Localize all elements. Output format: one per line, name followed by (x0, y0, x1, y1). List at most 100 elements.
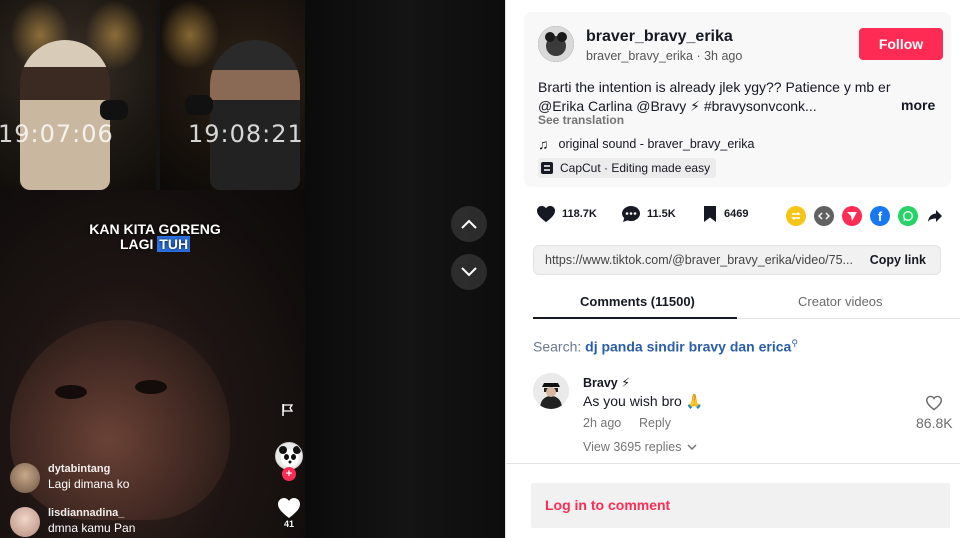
mic (185, 95, 213, 115)
capcut-label: CapCut · Editing made easy (560, 161, 711, 175)
post-info-card: braver_bravy_erika braver_bravy_erika · … (524, 12, 951, 187)
search-query-link[interactable]: dj panda sindir bravy dan erica (585, 339, 791, 355)
chevron-down-icon (461, 267, 477, 277)
view-replies-button[interactable]: View 3695 replies (583, 440, 697, 454)
login-bar: Log in to comment (506, 463, 960, 538)
commenter-name[interactable]: Bravy ⚡ (583, 375, 630, 390)
caption-highlight: TUH (157, 236, 191, 252)
heart-icon (537, 205, 555, 223)
avatar (10, 463, 40, 493)
heart-count: 41 (283, 519, 294, 529)
mic (100, 100, 128, 120)
repost-icon[interactable] (786, 206, 806, 226)
live-comment-user: lisdiannadina_ (48, 507, 125, 519)
follow-button[interactable]: Follow (859, 28, 943, 60)
post-description: Brarti the intention is already jlek ygy… (538, 78, 938, 116)
music-title[interactable]: original sound - braver_bravy_erika (559, 137, 755, 151)
whatsapp-glyph (903, 211, 913, 222)
commenter-avatar[interactable] (533, 373, 569, 409)
capcut-icon (541, 162, 553, 174)
eye (55, 385, 87, 399)
comment-count: 11.5K (647, 208, 676, 220)
chevron-up-icon (461, 219, 477, 229)
video-player[interactable]: 19:07:06 19:08:21 KAN KITA GORENG LAGI T… (0, 0, 505, 538)
avatar (10, 507, 40, 537)
active-tab-indicator (533, 317, 737, 319)
bookmark-icon (704, 206, 716, 222)
live-comment-user: dytabintang (48, 463, 111, 475)
caption-word: LAGI (119, 236, 154, 252)
creator-avatar[interactable] (275, 442, 303, 470)
tab-bar: Comments (11500) Creator videos (533, 283, 960, 319)
comment-action[interactable]: 11.5K (621, 205, 676, 223)
caption-line-1: KAN KITA GORENG (89, 221, 221, 237)
camera-right: 19:08:21 (160, 0, 305, 190)
login-to-comment-label: Log in to comment (545, 497, 671, 513)
follow-plus-icon[interactable]: + (282, 467, 296, 481)
chevron-down-icon (687, 444, 697, 450)
timestamp-right: 19:08:21 (188, 120, 304, 148)
facebook-glyph: f (877, 208, 883, 224)
action-bar: 118.7K 11.5K 6469 f (536, 205, 946, 229)
comment-time: 2h ago (583, 416, 622, 430)
live-comment: lisdiannadina_ dmna kamu Pan (10, 507, 135, 537)
embed-glyph (818, 212, 830, 220)
send-glyph (847, 212, 857, 221)
camera-left: 19:07:06 (0, 0, 156, 190)
report-flag-icon[interactable] (281, 403, 295, 417)
tab-comments[interactable]: Comments (11500) (580, 294, 695, 309)
tab-creator-videos[interactable]: Creator videos (798, 294, 883, 309)
lamp-glow (160, 0, 220, 70)
live-comment: dytabintang Lagi dimana ko (10, 463, 129, 493)
embed-icon[interactable] (814, 206, 834, 226)
reply-button[interactable]: Reply (639, 416, 671, 430)
comment-like-icon[interactable] (925, 395, 943, 411)
details-panel: braver_bravy_erika braver_bravy_erika · … (505, 0, 960, 538)
next-video-button[interactable] (451, 254, 487, 290)
eye (135, 380, 167, 394)
more-button[interactable]: more (901, 97, 935, 113)
live-comment-text: dmna kamu Pan (48, 521, 136, 535)
person-right (210, 40, 300, 190)
comment-bubble-icon (622, 206, 640, 222)
person-left (20, 40, 110, 190)
search-icon: ⚲ (791, 338, 798, 348)
repost-glyph (791, 211, 801, 221)
send-icon[interactable] (842, 206, 862, 226)
whatsapp-icon[interactable] (898, 206, 918, 226)
video-frame[interactable]: 19:07:06 19:08:21 KAN KITA GORENG LAGI T… (0, 0, 305, 538)
share-arrow-icon[interactable] (925, 206, 945, 226)
like-action[interactable]: 118.7K (536, 205, 597, 223)
avatar-image (533, 373, 569, 409)
share-arrow-glyph (928, 210, 942, 222)
author-avatar[interactable] (538, 26, 574, 62)
capcut-link[interactable]: CapCut · Editing made easy (538, 158, 717, 178)
save-count: 6469 (724, 208, 749, 220)
music-row[interactable]: ♫ original sound - braver_bravy_erika (538, 136, 754, 152)
video-caption: KAN KITA GORENG LAGI TUH (70, 222, 240, 252)
comment-text: As you wish bro 🙏 (583, 393, 704, 409)
login-to-comment-button[interactable]: Log in to comment (531, 483, 950, 528)
comment-search-suggestion[interactable]: Search: dj panda sindir bravy dan erica⚲ (533, 338, 798, 355)
author-name[interactable]: braver_bravy_erika (586, 28, 733, 46)
live-comment-text: Lagi dimana ko (48, 477, 130, 491)
heart-icon[interactable] (277, 497, 301, 519)
facebook-icon[interactable]: f (870, 206, 890, 226)
avatar-image (538, 26, 574, 62)
caption-line-2: LAGI TUH (70, 236, 240, 252)
like-count: 118.7K (562, 208, 597, 220)
share-link-box: https://www.tiktok.com/@braver_bravy_eri… (533, 245, 941, 275)
see-translation-link[interactable]: See translation (538, 113, 624, 127)
copy-link-button[interactable]: Copy link (870, 253, 926, 267)
comment-like-count: 86.8K (916, 415, 953, 431)
timestamp-left: 19:07:06 (0, 120, 114, 148)
previous-video-button[interactable] (451, 206, 487, 242)
music-note-icon: ♫ (538, 136, 549, 152)
page: 19:07:06 19:08:21 KAN KITA GORENG LAGI T… (0, 0, 960, 538)
save-action[interactable]: 6469 (702, 205, 748, 223)
share-link-url[interactable]: https://www.tiktok.com/@braver_bravy_eri… (545, 253, 855, 267)
search-label: Search: (533, 338, 582, 355)
view-replies-label: View 3695 replies (583, 440, 682, 454)
author-handle: braver_bravy_erika · 3h ago (586, 49, 743, 63)
description-line-1: Brarti the intention is already jlek ygy… (538, 79, 891, 95)
